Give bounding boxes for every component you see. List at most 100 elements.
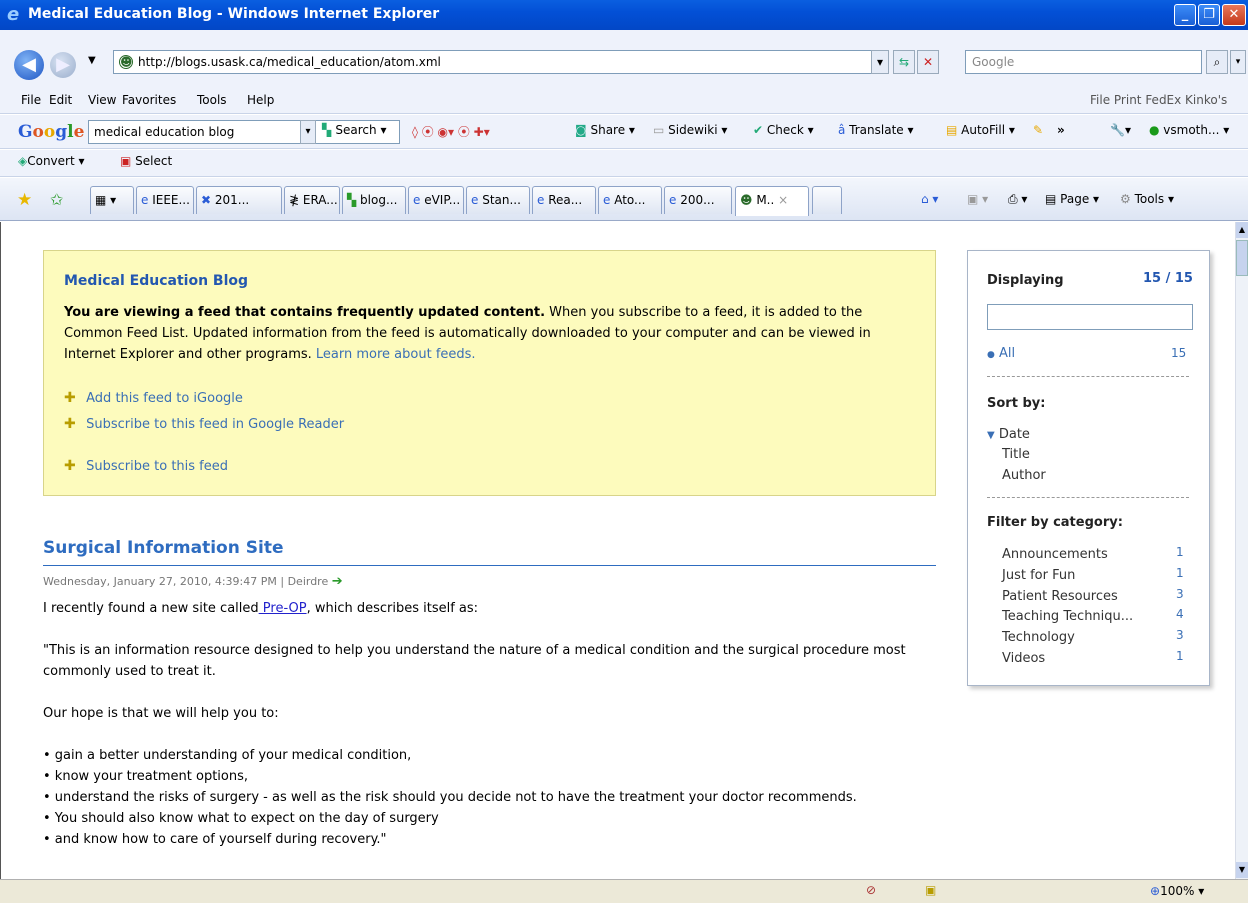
google-reader-link[interactable]: ✚ Subscribe to this feed in Google Reade… [64,416,344,432]
feed-intro: You are viewing a feed that contains fre… [64,302,924,365]
add-igoogle-link[interactable]: ✚ Add this feed to iGoogle [64,390,243,406]
menu-file[interactable]: File [21,93,41,107]
check-button[interactable]: ✔ Check ▾ [753,123,814,137]
menu-tools[interactable]: Tools [197,93,227,107]
fedex-print-link[interactable]: File Print FedEx Kinko's [1090,93,1227,107]
quick-tabs-button[interactable]: ▦ ▾ [90,186,134,214]
filter-all-label: All [999,346,1016,361]
minimize-button[interactable]: _ [1174,4,1196,26]
tab-label: ERA... [302,193,338,207]
select-button[interactable]: ▣ Select [120,154,172,168]
title-bar: e Medical Education Blog - Windows Inter… [0,0,1248,30]
category-teaching-techniques[interactable]: Teaching Techniqu... [1002,609,1133,624]
category-count: 1 [1176,566,1184,580]
tab-label: blog... [360,193,398,207]
category-technology[interactable]: Technology [1002,630,1075,645]
history-dropdown-icon[interactable]: ▼ [88,55,96,66]
new-tab-button[interactable] [812,186,842,214]
user-account-button[interactable]: ● vsmoth... ▾ [1149,123,1229,137]
category-videos[interactable]: Videos [1002,651,1045,666]
subscribe-label: Subscribe to this feed [86,459,229,474]
page-label: Page [1060,192,1090,206]
address-dropdown-icon[interactable]: ▾ [871,50,889,74]
tab-medical-education-blog[interactable]: ☻ M.. × [735,186,809,216]
menu-favorites[interactable]: Favorites [122,93,176,107]
category-announcements[interactable]: Announcements [1002,547,1108,562]
tab-label: Ato... [614,193,646,207]
tab-blog[interactable]: ▚ blog... [342,186,406,214]
google-logo[interactable]: Google [18,122,84,142]
filter-all[interactable]: ● All [987,346,1015,361]
learn-more-link[interactable]: Learn more about feeds. [316,347,476,362]
post-body: I recently found a new site called Pre-O… [43,598,943,850]
search-options-icon[interactable]: ▾ [1230,50,1246,74]
autofill-label: AutoFill [961,123,1006,137]
bullet-item: • You should also know what to expect on… [43,811,439,826]
scroll-down-icon[interactable]: ▼ [1236,862,1248,878]
security-warning-icon[interactable]: ▣ [925,883,936,897]
tab-ieee[interactable]: e IEEE... [136,186,194,214]
tab-201[interactable]: ✖ 201... [196,186,282,214]
category-count: 4 [1176,607,1184,621]
address-bar[interactable]: ☻ http://blogs.usask.ca/medical_educatio… [113,50,889,74]
tab-evip[interactable]: e eVIP... [408,186,464,214]
menu-help[interactable]: Help [247,93,274,107]
scroll-thumb[interactable] [1236,240,1248,276]
subscribe-link[interactable]: ✚ Subscribe to this feed [64,458,228,474]
go-to-post-arrow-icon[interactable]: ➔ [332,574,343,589]
translate-button[interactable]: â Translate ▾ [838,123,914,137]
feed-site-icon: ☻ [119,55,133,69]
close-window-button[interactable]: ✕ [1222,4,1246,26]
pre-op-link[interactable]: Pre-OP [259,601,307,616]
stop-button[interactable]: ✕ [917,50,939,74]
select-icon: ▣ [120,154,136,168]
more-button[interactable]: » [1057,123,1065,137]
toolbar-buttons-icons[interactable]: ◊ ⦿ ◉▾ ⦿ ✚▾ [412,123,490,140]
post-divider [43,565,936,566]
add-igoogle-label: Add this feed to iGoogle [86,391,243,406]
tab-rea[interactable]: e Rea... [532,186,596,214]
add-favorite-icon[interactable]: ✩ [50,190,63,209]
search-box[interactable]: Google [965,50,1202,74]
print-icon[interactable]: ⎙ ▾ [1008,192,1027,207]
tab-ato[interactable]: e Ato... [598,186,662,214]
vertical-scrollbar[interactable]: ▲ ▼ [1235,222,1248,879]
favorites-star-icon[interactable]: ★ [17,190,32,210]
sort-author[interactable]: Author [1002,468,1046,483]
post-title[interactable]: Surgical Information Site [43,538,283,558]
sort-by-label: Sort by: [987,396,1046,411]
category-patient-resources[interactable]: Patient Resources [1002,589,1118,604]
refresh-button[interactable]: ⇆ [893,50,915,74]
tab-200[interactable]: e 200... [664,186,732,214]
zoom-icon: ⊕ [1150,884,1161,898]
close-tab-icon[interactable]: × [778,193,788,207]
back-button[interactable]: ◀ [14,50,44,80]
settings-wrench-icon[interactable]: 🔧▾ [1110,123,1131,137]
share-button[interactable]: ◙ Share ▾ [575,123,635,137]
sidewiki-button[interactable]: ▭ Sidewiki ▾ [653,123,727,137]
google-search-button[interactable]: ▚ Search ▾ [322,123,386,137]
maximize-button[interactable]: ❐ [1198,4,1220,26]
feed-search-input[interactable] [987,304,1193,330]
tab-era[interactable]: ≹ ERA... [284,186,340,214]
google-query-dropdown-icon[interactable]: ▾ [300,120,316,144]
convert-button[interactable]: ◈Convert ▾ [18,154,85,168]
sort-title[interactable]: Title [1002,447,1030,462]
forward-button[interactable]: ▶ [50,52,76,78]
menu-edit[interactable]: Edit [49,93,72,107]
category-just-for-fun[interactable]: Just for Fun [1002,568,1075,583]
feeds-icon[interactable]: ▣ ▾ [967,192,988,206]
tab-stan[interactable]: e Stan... [466,186,530,214]
menu-view[interactable]: View [88,93,116,107]
page-menu-button[interactable]: ▤ Page ▾ [1045,192,1099,206]
autofill-button[interactable]: ▤ AutoFill ▾ [946,123,1015,137]
popup-blocked-icon[interactable]: ⊘ [866,883,876,897]
home-icon[interactable]: ⌂ ▾ [921,192,938,206]
scroll-up-icon[interactable]: ▲ [1236,222,1248,238]
search-icon[interactable]: ⌕ [1206,50,1228,74]
highlight-icon[interactable]: ✎ [1033,123,1043,137]
tools-menu-button[interactable]: ⚙ Tools ▾ [1120,192,1174,206]
zoom-level: 100% [1160,884,1195,898]
sort-date[interactable]: ▼ Date [987,427,1030,442]
zoom-control[interactable]: ⊕100% ▾ [1150,884,1204,898]
